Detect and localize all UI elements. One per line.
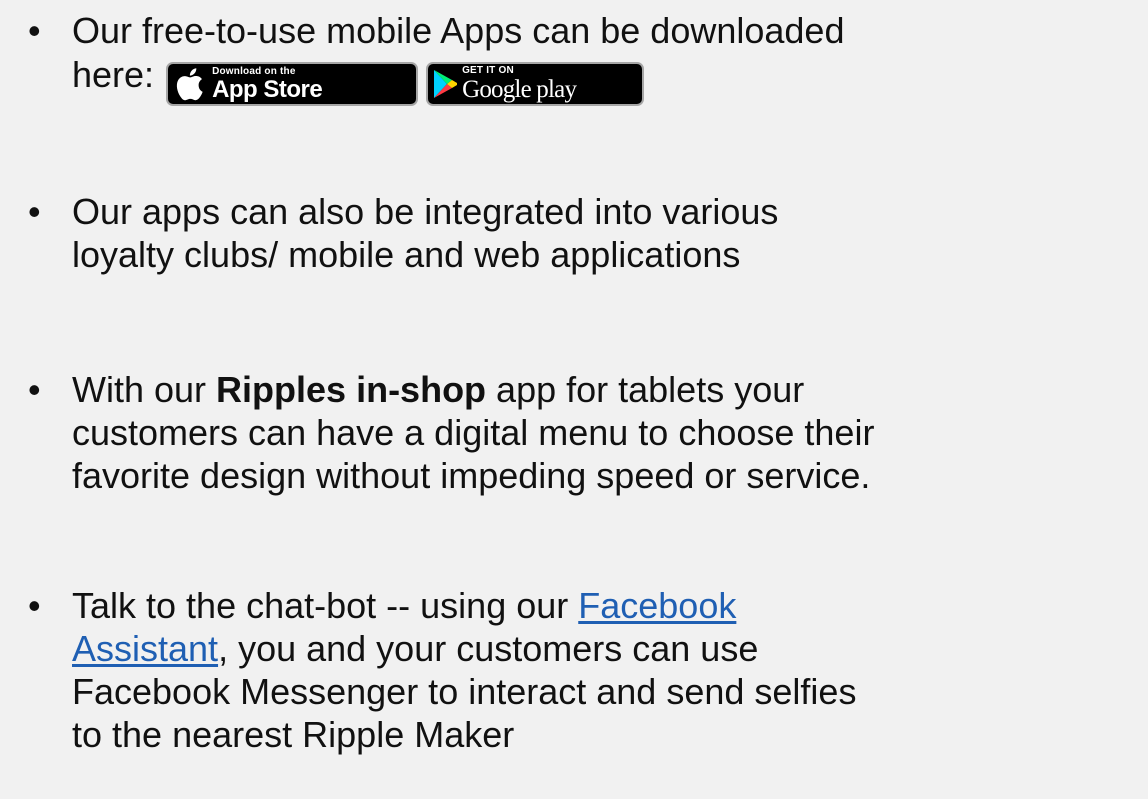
bullet-1-line-1: Our free-to-use mobile Apps can be downl… (72, 10, 845, 51)
bullet-dot: • (28, 191, 41, 232)
bullet-1-line-2: here: Download on the App Store GET IT O… (72, 52, 1140, 106)
bullet-2-line-1: Our apps can also be integrated into var… (72, 191, 779, 232)
app-store-small-text: Download on the (212, 65, 296, 77)
bullet-3-line-1: With our Ripples in-shop app for tablets… (72, 368, 1140, 411)
google-play-icon (434, 70, 458, 98)
app-store-badge-text: Download on the App Store (212, 65, 323, 103)
app-store-badge[interactable]: Download on the App Store (166, 62, 419, 106)
facebook-assistant-link[interactable]: Facebook (578, 585, 736, 626)
bullet-4-line-4: to the nearest Ripple Maker (72, 714, 515, 755)
bullet-4-line-3: Facebook Messenger to interact and send … (72, 671, 857, 712)
bullet-3-text-after: app for tablets your (486, 369, 805, 410)
google-play-large-text: Google play (462, 76, 577, 103)
slide: • Our free-to-use mobile Apps can be dow… (0, 0, 1148, 799)
apple-icon (176, 68, 203, 101)
bullet-4-text-before: Talk to the chat-bot -- using our (72, 585, 579, 626)
google-play-badge[interactable]: GET IT ON Google play (426, 62, 645, 106)
google-play-small-text: GET IT ON (462, 65, 514, 76)
bullet-2-line-2: loyalty clubs/ mobile and web applicatio… (72, 234, 741, 275)
google-play-badge-text: GET IT ON Google play (462, 65, 577, 103)
bullet-integration: • Our apps can also be integrated into v… (0, 190, 1148, 276)
bullet-dot: • (28, 585, 41, 626)
bullet-dot: • (28, 369, 41, 410)
ripples-in-shop-bold: Ripples in-shop (216, 369, 487, 410)
bullet-chat-bot: • Talk to the chat-bot -- using our Face… (0, 584, 1148, 756)
here-label: here: (72, 53, 155, 95)
bullet-3-line-2: customers can have a digital menu to cho… (72, 412, 875, 453)
bullet-4-line-2: Assistant, you and your customers can us… (72, 627, 1140, 670)
bullet-4-text-after: , you and your customers can use (218, 628, 759, 669)
bullet-dot: • (28, 10, 41, 51)
bullet-mobile-apps: • Our free-to-use mobile Apps can be dow… (0, 9, 1148, 106)
bullet-4-line-1: Talk to the chat-bot -- using our Facebo… (72, 584, 1140, 627)
app-store-large-text: App Store (212, 75, 323, 103)
bullet-3-text-before: With our (72, 369, 217, 410)
facebook-assistant-link-continued[interactable]: Assistant (72, 628, 218, 669)
bullet-3-line-3: favorite design without impeding speed o… (72, 455, 871, 496)
bullet-ripples-in-shop: • With our Ripples in-shop app for table… (0, 368, 1148, 497)
